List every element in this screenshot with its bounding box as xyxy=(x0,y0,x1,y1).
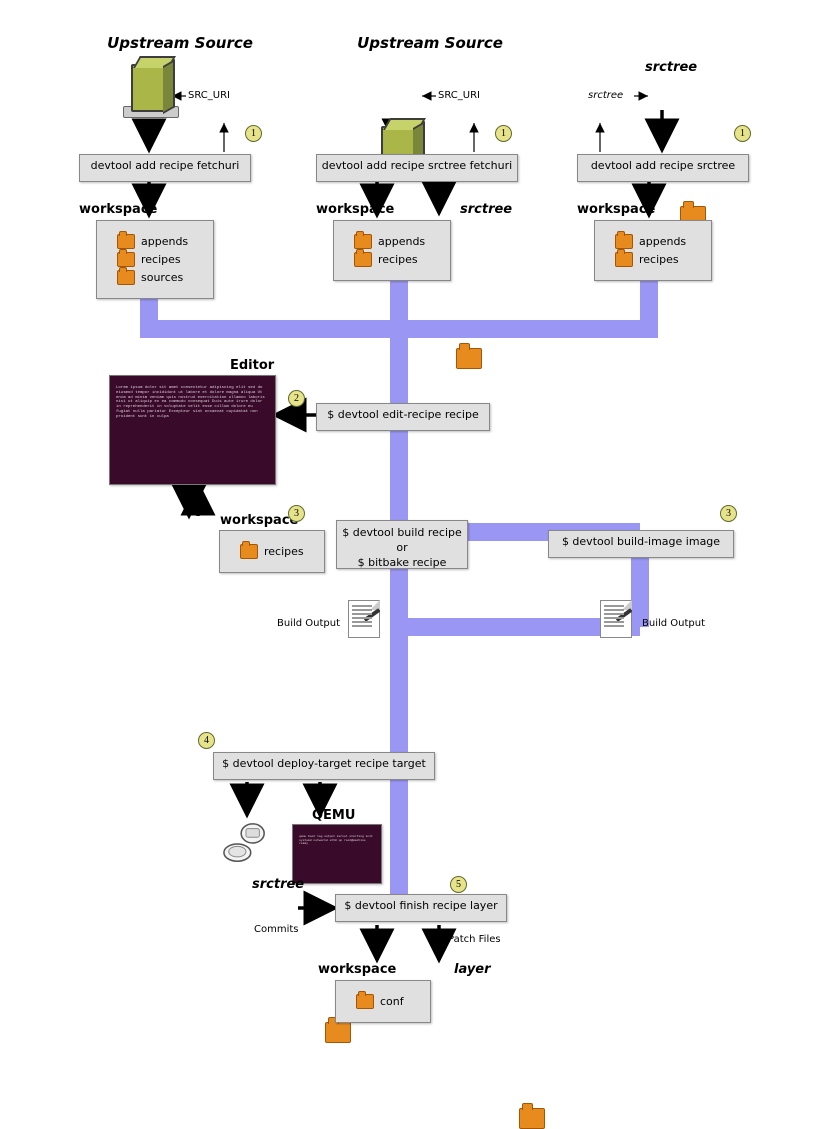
folder-icon xyxy=(117,234,135,249)
document-icon-1 xyxy=(348,600,380,638)
cmd: $ devtool build-image image xyxy=(562,535,720,548)
workspace-title-editor: workspace xyxy=(220,513,298,528)
folder-row: recipes xyxy=(234,544,310,559)
srctree-small-label: srctree xyxy=(588,90,623,101)
layer-title: layer xyxy=(454,962,491,977)
srctree-folder-icon-2 xyxy=(456,348,482,369)
folder-row: conf xyxy=(350,994,416,1009)
build-output-label-2: Build Output xyxy=(642,618,705,629)
folder-icon xyxy=(354,234,372,249)
folder-row: recipes xyxy=(111,252,199,267)
src-uri-label-1: SRC_URI xyxy=(188,90,230,101)
finish-box: $ devtool finish recipe layer xyxy=(335,894,507,922)
srctree-title-3: srctree xyxy=(645,60,697,75)
srctree-folder-icon-finish xyxy=(325,1022,351,1043)
workspace-box-1: appends recipes sources xyxy=(96,220,214,299)
folder-icon xyxy=(356,994,374,1009)
qemu-terminal: qemu boot log output kernel starting ini… xyxy=(292,824,382,884)
devtool-add-box-1: devtool add recipe fetchuri xyxy=(79,154,251,182)
cmd: devtool add recipe srctree fetchuri xyxy=(322,159,512,172)
folder-row: recipes xyxy=(609,252,697,267)
phone-icon xyxy=(222,820,268,866)
build-output-label-1: Build Output xyxy=(277,618,340,629)
workspace-box-finish: conf xyxy=(335,980,431,1023)
workspace-title-finish: workspace xyxy=(318,962,396,977)
step-badge-1c: 1 xyxy=(734,125,751,142)
devtool-add-box-3: devtool add recipe srctree xyxy=(577,154,749,182)
folder-icon xyxy=(615,252,633,267)
folder-icon xyxy=(240,544,258,559)
cmd: devtool add recipe fetchuri xyxy=(91,159,240,172)
workspace-box-editor: recipes xyxy=(219,530,325,573)
folder-row: appends xyxy=(609,234,697,249)
upstream-source-title-1: Upstream Source xyxy=(90,34,270,52)
patch-files-label: Patch Files xyxy=(448,934,501,945)
workspace-box-2: appends recipes xyxy=(333,220,451,281)
folder-icon xyxy=(117,252,135,267)
server-icon-1 xyxy=(117,58,179,120)
build-image-box: $ devtool build-image image xyxy=(548,530,734,558)
cmd: $ devtool deploy-target recipe target xyxy=(222,757,426,770)
folder-row: appends xyxy=(111,234,199,249)
deploy-box: $ devtool deploy-target recipe target xyxy=(213,752,435,780)
step-badge-5: 5 xyxy=(450,876,467,893)
src-uri-label-2: SRC_URI xyxy=(438,90,480,101)
build-box: $ devtool build recipe or $ bitbake reci… xyxy=(336,520,468,569)
devtool-add-box-2: devtool add recipe srctree fetchuri xyxy=(316,154,518,182)
commits-label: Commits xyxy=(254,924,299,935)
folder-icon xyxy=(615,234,633,249)
folder-icon xyxy=(117,270,135,285)
upstream-source-title-2: Upstream Source xyxy=(340,34,520,52)
srctree-title-2: srctree xyxy=(460,202,512,217)
step-badge-2: 2 xyxy=(288,390,305,407)
workspace-box-3: appends recipes xyxy=(594,220,712,281)
qemu-title: QEMU xyxy=(312,808,355,823)
editor-title: Editor xyxy=(230,358,274,373)
cmd: $ devtool build recipe or $ bitbake reci… xyxy=(342,526,462,569)
workspace-title-3: workspace xyxy=(577,202,655,217)
folder-row: sources xyxy=(111,270,199,285)
step-badge-3b: 3 xyxy=(720,505,737,522)
srctree-title-finish: srctree xyxy=(252,877,304,892)
workspace-title-1: workspace xyxy=(79,202,157,217)
document-icon-2 xyxy=(600,600,632,638)
step-badge-4: 4 xyxy=(198,732,215,749)
step-badge-1a: 1 xyxy=(245,125,262,142)
layer-folder-icon xyxy=(519,1108,545,1129)
folder-icon xyxy=(354,252,372,267)
step-badge-3a: 3 xyxy=(288,505,305,522)
cmd: devtool add recipe srctree xyxy=(591,159,735,172)
editor-terminal: Lorem ipsum dolor sit amet consectetur a… xyxy=(109,375,276,485)
step-badge-1b: 1 xyxy=(495,125,512,142)
edit-recipe-box: $ devtool edit-recipe recipe xyxy=(316,403,490,431)
workspace-title-2: workspace xyxy=(316,202,394,217)
folder-row: recipes xyxy=(348,252,436,267)
folder-row: appends xyxy=(348,234,436,249)
cmd: $ devtool finish recipe layer xyxy=(344,899,497,912)
cmd: $ devtool edit-recipe recipe xyxy=(327,408,478,421)
